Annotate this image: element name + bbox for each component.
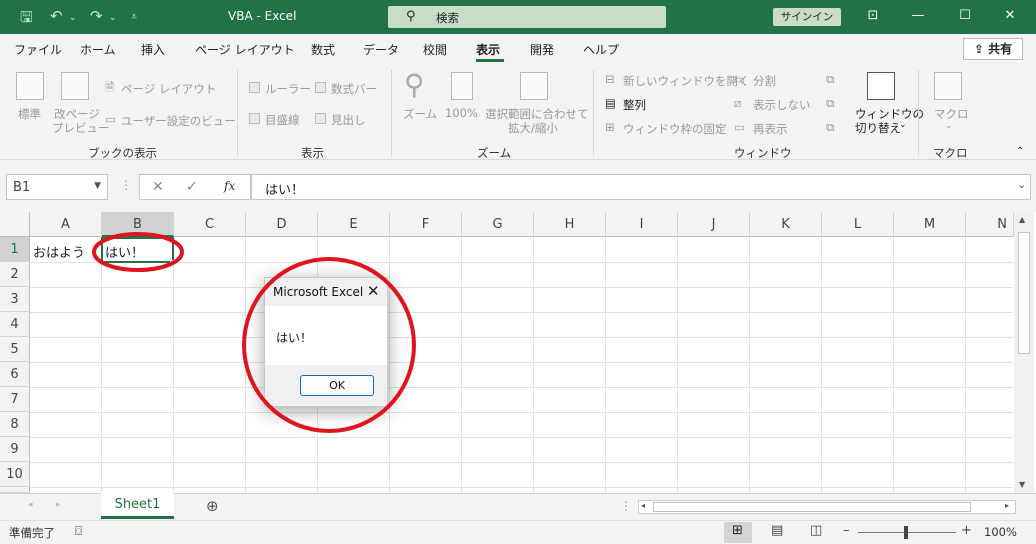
annotation-layer xyxy=(92,232,416,433)
annotation-circle-dialog xyxy=(242,257,416,433)
annotation-circle-cell xyxy=(92,232,184,272)
